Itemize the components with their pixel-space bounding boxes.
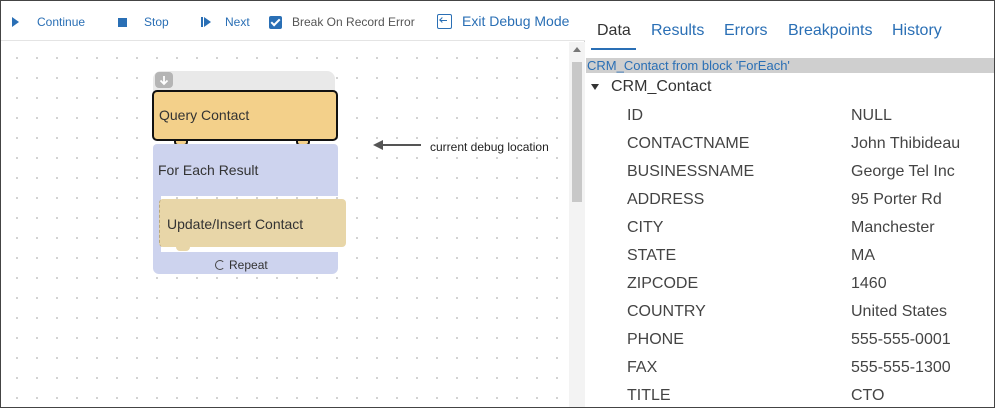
exit-debug-button[interactable]: Exit Debug Mode	[437, 12, 569, 30]
tab-results[interactable]: Results	[651, 22, 704, 40]
collapse-down-icon[interactable]	[155, 72, 173, 88]
repeat-label: Repeat	[229, 258, 268, 272]
next-button[interactable]: Next	[201, 13, 250, 31]
scroll-thumb[interactable]	[572, 62, 582, 202]
field-value: George Tel Inc	[851, 163, 955, 180]
field-name: ADDRESS	[627, 191, 705, 208]
table-row: ADDRESS 95 Porter Rd	[586, 191, 994, 219]
repeat-block[interactable]: Repeat	[153, 252, 338, 274]
update-block-tab	[176, 245, 190, 251]
field-name: COUNTRY	[627, 303, 706, 320]
table-row: COUNTRY United States	[586, 303, 994, 331]
field-name: ZIPCODE	[627, 275, 699, 292]
field-name: CITY	[627, 219, 664, 236]
tree-node-label: CRM_Contact	[611, 78, 712, 95]
scroll-up-icon[interactable]	[573, 47, 581, 52]
field-value: CTO	[851, 387, 885, 404]
field-name: CONTACTNAME	[627, 135, 750, 152]
field-value: 95 Porter Rd	[851, 191, 942, 208]
continue-label: Continue	[37, 15, 86, 29]
exit-icon	[437, 13, 452, 29]
block-source-header: CRM_Contact from block 'ForEach'	[586, 58, 994, 73]
update-insert-block[interactable]: Update/Insert Contact	[159, 199, 346, 247]
for-each-label: For Each Result	[158, 162, 259, 178]
designer-pane: Continue Stop Next Break On Record Error…	[1, 1, 585, 407]
field-name: BUSINESSNAME	[627, 163, 755, 180]
for-each-block[interactable]: For Each Result	[153, 144, 338, 196]
field-name: STATE	[627, 247, 677, 264]
table-row: PHONE 555-555-0001	[586, 331, 994, 359]
debug-window: Continue Stop Next Break On Record Error…	[0, 0, 995, 408]
step-next-icon	[201, 17, 211, 27]
table-row: CITY Manchester	[586, 219, 994, 247]
table-row: BUSINESSNAME George Tel Inc	[586, 163, 994, 191]
arrow-left-icon	[373, 140, 421, 150]
tab-history[interactable]: History	[892, 22, 942, 40]
table-row: STATE MA	[586, 247, 994, 275]
active-tab-indicator	[591, 48, 636, 50]
field-name: TITLE	[627, 387, 671, 404]
field-value: NULL	[851, 107, 892, 124]
tab-data[interactable]: Data	[597, 22, 631, 40]
tab-errors[interactable]: Errors	[724, 22, 768, 40]
stop-button[interactable]: Stop	[118, 13, 169, 31]
field-name: ID	[627, 107, 643, 124]
exit-debug-label: Exit Debug Mode	[462, 13, 570, 29]
tab-breakpoints[interactable]: Breakpoints	[788, 22, 873, 40]
field-name: FAX	[627, 359, 658, 376]
tree-node-crm-contact[interactable]: CRM_Contact	[591, 78, 711, 96]
repeat-icon	[215, 260, 225, 270]
stop-icon	[118, 17, 127, 27]
field-value: 555-555-0001	[851, 331, 951, 348]
field-value: United States	[851, 303, 948, 320]
field-name: PHONE	[627, 331, 684, 348]
query-contact-block[interactable]: Query Contact	[152, 90, 338, 146]
field-value: MA	[851, 247, 875, 264]
checkbox-checked-icon	[269, 15, 282, 29]
update-insert-label: Update/Insert Contact	[167, 216, 304, 232]
field-value: Manchester	[851, 219, 935, 236]
debug-toolbar: Continue Stop Next Break On Record Error…	[1, 1, 585, 41]
canvas-scrollbar[interactable]	[569, 42, 585, 407]
break-on-error-checkbox[interactable]: Break On Record Error	[269, 13, 415, 31]
caret-down-icon[interactable]	[591, 84, 599, 90]
table-row: FAX 555-555-1300	[586, 359, 994, 387]
continue-button[interactable]: Continue	[12, 13, 85, 31]
table-row: ZIPCODE 1460	[586, 275, 994, 303]
break-on-error-label: Break On Record Error	[292, 15, 415, 29]
table-row: ID NULL	[586, 107, 994, 135]
play-icon	[12, 17, 19, 27]
table-row: CONTACTNAME John Thibideau	[586, 135, 994, 163]
query-contact-label: Query Contact	[159, 107, 250, 123]
inspector-pane: Data Results Errors Breakpoints History …	[586, 1, 994, 407]
table-row: TITLE CTO	[586, 387, 994, 407]
field-value: 1460	[851, 275, 887, 292]
debug-location-label: current debug location	[430, 140, 549, 154]
field-value: 555-555-1300	[851, 359, 951, 376]
next-label: Next	[225, 15, 250, 29]
field-value: John Thibideau	[851, 135, 961, 152]
inspector-tabs: Data Results Errors Breakpoints History	[586, 1, 994, 51]
stop-label: Stop	[144, 15, 169, 29]
